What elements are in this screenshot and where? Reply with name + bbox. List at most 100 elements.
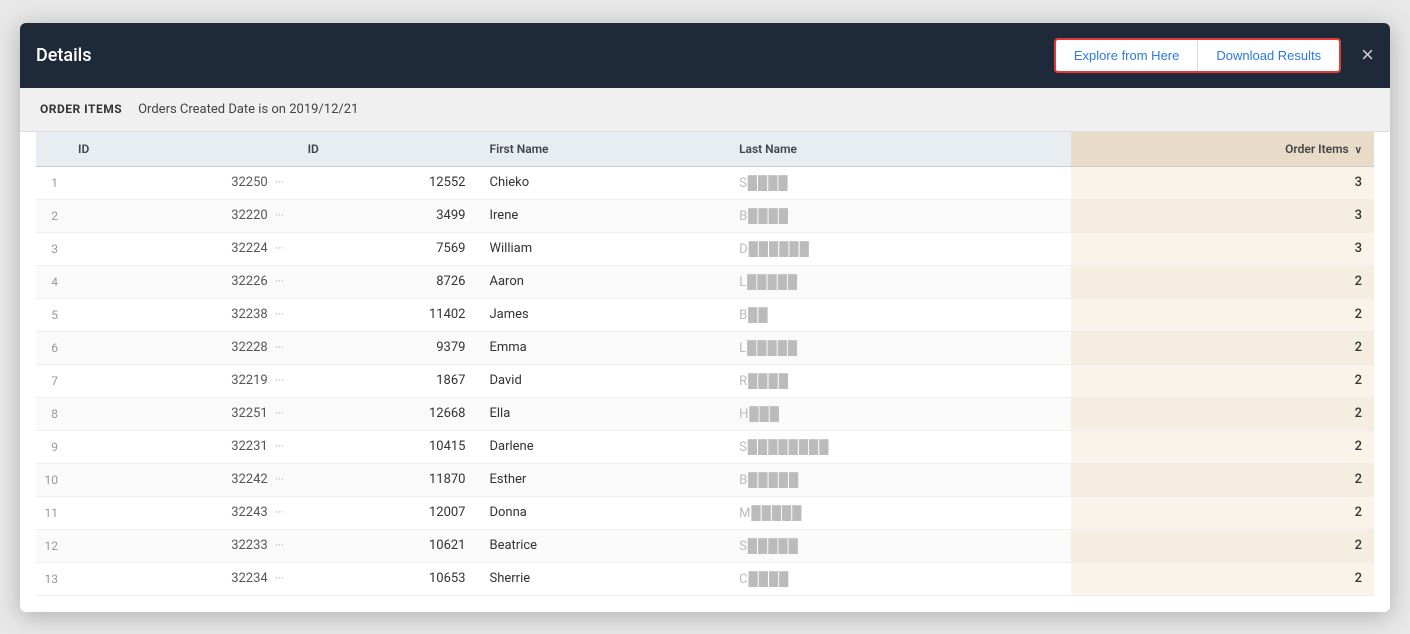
- customer-id-cell: 12007: [296, 496, 478, 529]
- customer-id-cell: 10415: [296, 430, 478, 463]
- last-name-cell: S█████: [727, 529, 1071, 562]
- row-number: 8: [36, 397, 66, 430]
- order-id-cell: 32224 ···: [66, 232, 296, 265]
- ellipsis-icon: ···: [275, 275, 284, 288]
- row-number: 1: [36, 166, 66, 199]
- download-results-button[interactable]: Download Results: [1198, 40, 1339, 71]
- order-id-cell: 32234 ···: [66, 562, 296, 595]
- table-row: 632228 ···9379EmmaL█████2: [36, 331, 1374, 364]
- order-items-cell: 2: [1071, 529, 1374, 562]
- order-items-cell: 2: [1071, 430, 1374, 463]
- last-name-cell: L█████: [727, 331, 1071, 364]
- ellipsis-icon: ···: [275, 473, 284, 486]
- col-header-last-name: Last Name: [727, 132, 1071, 167]
- order-id-cell: 32238 ···: [66, 298, 296, 331]
- last-name-cell: S████: [727, 166, 1071, 199]
- ellipsis-icon: ···: [275, 572, 284, 585]
- col-header-first-name: First Name: [477, 132, 727, 167]
- customer-id-cell: 12552: [296, 166, 478, 199]
- table-row: 1132243 ···12007DonnaM█████2: [36, 496, 1374, 529]
- first-name-cell: Donna: [477, 496, 727, 529]
- row-number: 6: [36, 331, 66, 364]
- order-items-cell: 2: [1071, 265, 1374, 298]
- header-buttons-group: Explore from Here Download Results: [1054, 38, 1341, 73]
- first-name-cell: James: [477, 298, 727, 331]
- order-id-cell: 32242 ···: [66, 463, 296, 496]
- first-name-cell: Sherrie: [477, 562, 727, 595]
- table-row: 932231 ···10415DarleneS████████2: [36, 430, 1374, 463]
- last-name-cell: B████: [727, 199, 1071, 232]
- modal-title: Details: [36, 45, 92, 66]
- order-id-cell: 32219 ···: [66, 364, 296, 397]
- table-row: 232220 ···3499IreneB████3: [36, 199, 1374, 232]
- last-name-cell: C████: [727, 562, 1071, 595]
- modal-header: Details Explore from Here Download Resul…: [20, 23, 1390, 88]
- first-name-cell: Chieko: [477, 166, 727, 199]
- order-items-cell: 2: [1071, 562, 1374, 595]
- customer-id-cell: 10621: [296, 529, 478, 562]
- table-row: 332224 ···7569WilliamD██████3: [36, 232, 1374, 265]
- first-name-cell: Beatrice: [477, 529, 727, 562]
- table-row: 1232233 ···10621BeatriceS█████2: [36, 529, 1374, 562]
- first-name-cell: Esther: [477, 463, 727, 496]
- order-items-cell: 2: [1071, 463, 1374, 496]
- subheader-description: Orders Created Date is on 2019/12/21: [138, 102, 358, 117]
- order-id-cell: 32231 ···: [66, 430, 296, 463]
- row-num-header: [36, 132, 66, 167]
- ellipsis-icon: ···: [275, 374, 284, 387]
- order-id-cell: 32233 ···: [66, 529, 296, 562]
- table-row: 732219 ···1867DavidR████2: [36, 364, 1374, 397]
- order-id-cell: 32220 ···: [66, 199, 296, 232]
- table-row: 1332234 ···10653SherrieC████2: [36, 562, 1374, 595]
- header-actions: Explore from Here Download Results ×: [1054, 38, 1374, 73]
- last-name-cell: R████: [727, 364, 1071, 397]
- ellipsis-icon: ···: [275, 242, 284, 255]
- close-button[interactable]: ×: [1361, 44, 1374, 66]
- table-row: 532238 ···11402JamesB██2: [36, 298, 1374, 331]
- customer-id-cell: 11870: [296, 463, 478, 496]
- ellipsis-icon: ···: [275, 539, 284, 552]
- customer-id-cell: 12668: [296, 397, 478, 430]
- table-row: 132250 ···12552ChiekoS████3: [36, 166, 1374, 199]
- modal-subheader: ORDER ITEMS Orders Created Date is on 20…: [20, 88, 1390, 132]
- last-name-cell: B█████: [727, 463, 1071, 496]
- customer-id-cell: 10653: [296, 562, 478, 595]
- customer-id-cell: 3499: [296, 199, 478, 232]
- first-name-cell: William: [477, 232, 727, 265]
- order-items-cell: 3: [1071, 232, 1374, 265]
- ellipsis-icon: ···: [275, 407, 284, 420]
- ellipsis-icon: ···: [275, 176, 284, 189]
- last-name-cell: B██: [727, 298, 1071, 331]
- order-items-cell: 2: [1071, 496, 1374, 529]
- order-items-cell: 3: [1071, 199, 1374, 232]
- table-row: 432226 ···8726AaronL█████2: [36, 265, 1374, 298]
- customer-id-cell: 11402: [296, 298, 478, 331]
- table-row: 832251 ···12668EllaH███2: [36, 397, 1374, 430]
- last-name-cell: L█████: [727, 265, 1071, 298]
- order-items-cell: 2: [1071, 397, 1374, 430]
- last-name-cell: D██████: [727, 232, 1071, 265]
- explore-from-here-button[interactable]: Explore from Here: [1056, 40, 1198, 71]
- details-modal: Details Explore from Here Download Resul…: [20, 23, 1390, 612]
- ellipsis-icon: ···: [275, 440, 284, 453]
- order-items-cell: 2: [1071, 298, 1374, 331]
- row-number: 12: [36, 529, 66, 562]
- last-name-cell: S████████: [727, 430, 1071, 463]
- customer-id-cell: 1867: [296, 364, 478, 397]
- table-container: ID ID First Name Last Name Order Items ∨…: [20, 132, 1390, 612]
- row-number: 9: [36, 430, 66, 463]
- first-name-cell: David: [477, 364, 727, 397]
- table-row: 1032242 ···11870EstherB█████2: [36, 463, 1374, 496]
- row-number: 3: [36, 232, 66, 265]
- customer-id-cell: 8726: [296, 265, 478, 298]
- order-items-cell: 2: [1071, 364, 1374, 397]
- order-id-cell: 32228 ···: [66, 331, 296, 364]
- order-id-cell: 32250 ···: [66, 166, 296, 199]
- row-number: 5: [36, 298, 66, 331]
- col-header-order-items[interactable]: Order Items ∨: [1071, 132, 1374, 167]
- row-number: 11: [36, 496, 66, 529]
- order-items-cell: 2: [1071, 331, 1374, 364]
- order-id-cell: 32226 ···: [66, 265, 296, 298]
- row-number: 7: [36, 364, 66, 397]
- ellipsis-icon: ···: [275, 209, 284, 222]
